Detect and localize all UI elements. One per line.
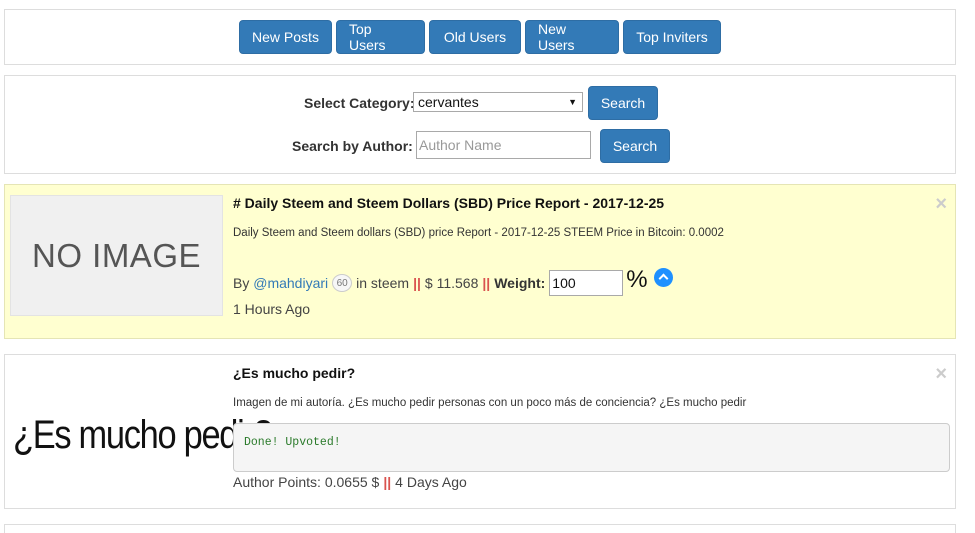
post-title[interactable]: # Daily Steem and Steem Dollars (SBD) Pr… <box>233 195 664 211</box>
author-label: Search by Author: <box>292 138 413 154</box>
post-card <box>4 524 956 533</box>
upvote-chevron-icon[interactable] <box>653 267 673 287</box>
close-icon[interactable]: × <box>935 363 947 386</box>
author-link[interactable]: @mahdiyari <box>253 275 328 291</box>
separator: || <box>413 275 421 291</box>
top-users-button[interactable]: Top Users <box>336 20 425 54</box>
author-points: Author Points: 0.0655 $ <box>233 474 380 490</box>
old-users-button[interactable]: Old Users <box>429 20 521 54</box>
percent-sign: % <box>626 266 648 293</box>
post-summary: Imagen de mi autoría. ¿Es mucho pedir pe… <box>233 397 747 409</box>
post-meta: Author Points: 0.0655 $ || 4 Days Ago <box>233 474 467 490</box>
post-thumbnail[interactable]: NO IMAGE <box>10 195 223 316</box>
weight-label: Weight: <box>494 275 546 291</box>
author-input-placeholder: Author Name <box>419 137 502 153</box>
nav-button-group: New Posts Top Users Old Users New Users … <box>239 20 721 54</box>
category-search-button[interactable]: Search <box>588 86 658 120</box>
post-card: ¿Es mucho pedir? ¿Es mucho pedir? Imagen… <box>4 354 956 509</box>
search-panel: Select Category: cervantes ▼ Search Sear… <box>4 75 956 174</box>
reputation-badge: 60 <box>332 274 353 292</box>
category-select[interactable]: cervantes ▼ <box>413 92 583 112</box>
weight-value: 100 <box>552 275 576 291</box>
post-summary: Daily Steem and Steem dollars (SBD) pric… <box>233 227 724 239</box>
category-select-value: cervantes <box>418 94 479 110</box>
category-text: in steem <box>356 275 410 291</box>
upvote-status-box: Done! Upvoted! <box>233 423 950 472</box>
new-posts-button[interactable]: New Posts <box>239 20 332 54</box>
post-time: 4 Days Ago <box>395 474 467 490</box>
new-users-button[interactable]: New Users <box>525 20 619 54</box>
post-title[interactable]: ¿Es mucho pedir? <box>233 365 355 381</box>
post-meta: By @mahdiyari 60 in steem || $ 11.568 ||… <box>233 266 673 297</box>
upvote-status-text: Done! Upvoted! <box>244 436 341 449</box>
close-icon[interactable]: × <box>935 193 947 216</box>
post-time: 1 Hours Ago <box>233 301 311 317</box>
post-thumbnail[interactable]: ¿Es mucho pedir? <box>13 413 273 458</box>
post-card: NO IMAGE # Daily Steem and Steem Dollars… <box>4 184 956 339</box>
category-label: Select Category: <box>304 95 415 111</box>
author-search-input[interactable]: Author Name <box>416 131 591 159</box>
weight-input[interactable]: 100 <box>549 270 624 296</box>
dropdown-arrow-icon: ▼ <box>568 97 577 107</box>
author-search-button[interactable]: Search <box>600 129 670 163</box>
by-label: By <box>233 275 250 291</box>
nav-panel: New Posts Top Users Old Users New Users … <box>4 9 956 65</box>
payout-value: $ 11.568 <box>424 275 479 291</box>
separator: || <box>482 275 491 291</box>
separator: || <box>383 474 392 490</box>
top-inviters-button[interactable]: Top Inviters <box>623 20 721 54</box>
